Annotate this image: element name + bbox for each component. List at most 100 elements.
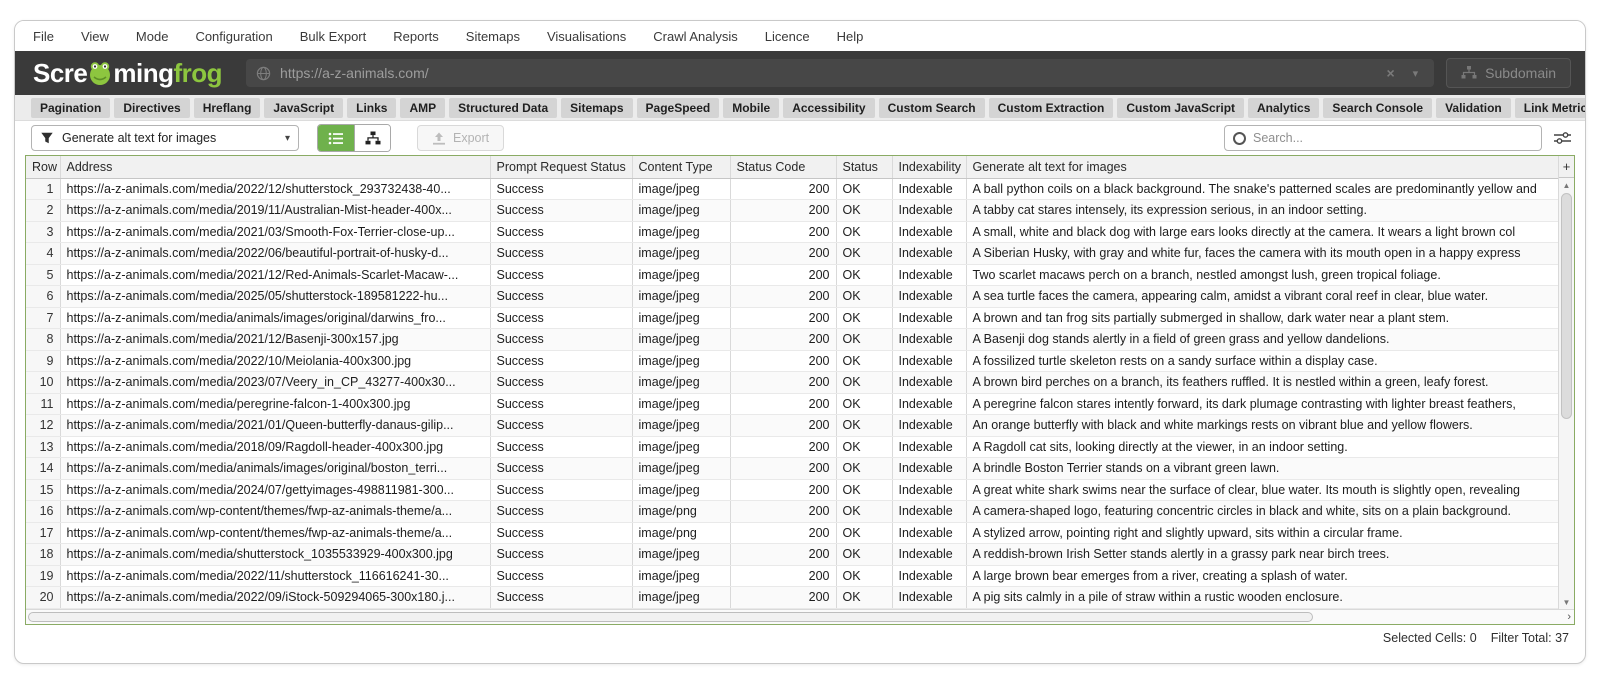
content-type-cell[interactable]: image/jpeg [632,243,730,265]
menu-visualisations[interactable]: Visualisations [547,29,626,44]
tab-directives[interactable]: Directives [114,98,189,118]
address-cell[interactable]: https://a-z-animals.com/media/2022/10/Me… [60,350,490,372]
prompt-status-cell[interactable]: Success [490,243,632,265]
indexability-cell[interactable]: Indexable [892,178,966,200]
indexability-cell[interactable]: Indexable [892,479,966,501]
status-code-cell[interactable]: 200 [730,544,836,566]
status-cell[interactable]: OK [836,501,892,523]
tab-links[interactable]: Links [347,98,396,118]
row-number[interactable]: 20 [26,587,60,609]
indexability-cell[interactable]: Indexable [892,544,966,566]
row-number[interactable]: 9 [26,350,60,372]
indexability-cell[interactable]: Indexable [892,522,966,544]
row-number[interactable]: 18 [26,544,60,566]
row-number[interactable]: 3 [26,221,60,243]
status-cell[interactable]: OK [836,350,892,372]
tab-custom-javascript[interactable]: Custom JavaScript [1117,98,1244,118]
filter-dropdown[interactable]: Generate alt text for images ▾ [31,125,299,151]
alt-text-cell[interactable]: An orange butterfly with black and white… [966,415,1558,437]
prompt-status-cell[interactable]: Success [490,178,632,200]
status-cell[interactable]: OK [836,565,892,587]
address-cell[interactable]: https://a-z-animals.com/media/2021/01/Qu… [60,415,490,437]
content-type-cell[interactable]: image/jpeg [632,544,730,566]
indexability-cell[interactable]: Indexable [892,415,966,437]
content-type-cell[interactable]: image/jpeg [632,393,730,415]
tab-search-console[interactable]: Search Console [1323,98,1432,118]
row-number[interactable]: 15 [26,479,60,501]
row-number[interactable]: 2 [26,200,60,222]
content-type-cell[interactable]: image/jpeg [632,221,730,243]
column-header-address[interactable]: Address [60,156,490,178]
column-header-row[interactable]: Row [26,156,60,178]
row-number[interactable]: 1 [26,178,60,200]
row-number[interactable]: 16 [26,501,60,523]
address-cell[interactable]: https://a-z-animals.com/media/2025/05/sh… [60,286,490,308]
indexability-cell[interactable]: Indexable [892,501,966,523]
status-cell[interactable]: OK [836,286,892,308]
status-code-cell[interactable]: 200 [730,350,836,372]
alt-text-cell[interactable]: A camera-shaped logo, featuring concentr… [966,501,1558,523]
vertical-scroll-track[interactable] [1559,192,1574,595]
content-type-cell[interactable]: image/jpeg [632,200,730,222]
menu-licence[interactable]: Licence [765,29,810,44]
subdomain-button[interactable]: Subdomain [1446,58,1571,88]
column-header-status-code[interactable]: Status Code [730,156,836,178]
tab-sitemaps[interactable]: Sitemaps [561,98,632,118]
row-number[interactable]: 6 [26,286,60,308]
content-type-cell[interactable]: image/jpeg [632,436,730,458]
prompt-status-cell[interactable]: Success [490,350,632,372]
alt-text-cell[interactable]: A pig sits calmly in a pile of straw wit… [966,587,1558,609]
address-cell[interactable]: https://a-z-animals.com/wp-content/theme… [60,522,490,544]
content-type-cell[interactable]: image/png [632,522,730,544]
row-number[interactable]: 10 [26,372,60,394]
alt-text-cell[interactable]: A brindle Boston Terrier stands on a vib… [966,458,1558,480]
address-cell[interactable]: https://a-z-animals.com/media/2024/07/ge… [60,479,490,501]
alt-text-cell[interactable]: A Basenji dog stands alertly in a field … [966,329,1558,351]
column-header-prompt-request-status[interactable]: Prompt Request Status [490,156,632,178]
address-cell[interactable]: https://a-z-animals.com/media/peregrine-… [60,393,490,415]
alt-text-cell[interactable]: A stylized arrow, pointing right and sli… [966,522,1558,544]
content-type-cell[interactable]: image/jpeg [632,565,730,587]
tab-link-metrics[interactable]: Link Metrics [1515,98,1586,118]
row-number[interactable]: 5 [26,264,60,286]
row-number[interactable]: 8 [26,329,60,351]
indexability-cell[interactable]: Indexable [892,565,966,587]
status-cell[interactable]: OK [836,522,892,544]
content-type-cell[interactable]: image/jpeg [632,415,730,437]
address-cell[interactable]: https://a-z-animals.com/media/animals/im… [60,458,490,480]
address-cell[interactable]: https://a-z-animals.com/media/2021/12/Ba… [60,329,490,351]
scroll-down-icon[interactable]: ▼ [1559,595,1574,609]
indexability-cell[interactable]: Indexable [892,372,966,394]
address-cell[interactable]: https://a-z-animals.com/media/animals/im… [60,307,490,329]
status-code-cell[interactable]: 200 [730,286,836,308]
status-cell[interactable]: OK [836,243,892,265]
content-type-cell[interactable]: image/jpeg [632,307,730,329]
indexability-cell[interactable]: Indexable [892,587,966,609]
tab-hreflang[interactable]: Hreflang [194,98,261,118]
content-type-cell[interactable]: image/jpeg [632,350,730,372]
alt-text-cell[interactable]: A Siberian Husky, with gray and white fu… [966,243,1558,265]
status-code-cell[interactable]: 200 [730,264,836,286]
status-code-cell[interactable]: 200 [730,587,836,609]
clear-url-icon[interactable]: × [1376,65,1404,81]
status-cell[interactable]: OK [836,264,892,286]
status-code-cell[interactable]: 200 [730,307,836,329]
alt-text-cell[interactable]: Two scarlet macaws perch on a branch, ne… [966,264,1558,286]
prompt-status-cell[interactable]: Success [490,565,632,587]
status-code-cell[interactable]: 200 [730,221,836,243]
tab-structured-data[interactable]: Structured Data [449,98,557,118]
indexability-cell[interactable]: Indexable [892,286,966,308]
status-cell[interactable]: OK [836,221,892,243]
column-header-status[interactable]: Status [836,156,892,178]
tab-amp[interactable]: AMP [400,98,445,118]
alt-text-cell[interactable]: A sea turtle faces the camera, appearing… [966,286,1558,308]
indexability-cell[interactable]: Indexable [892,243,966,265]
status-cell[interactable]: OK [836,178,892,200]
menu-sitemaps[interactable]: Sitemaps [466,29,520,44]
status-cell[interactable]: OK [836,544,892,566]
menu-configuration[interactable]: Configuration [195,29,272,44]
status-code-cell[interactable]: 200 [730,458,836,480]
prompt-status-cell[interactable]: Success [490,415,632,437]
tab-pagination[interactable]: Pagination [31,98,110,118]
search-settings-icon[interactable] [1554,131,1571,145]
